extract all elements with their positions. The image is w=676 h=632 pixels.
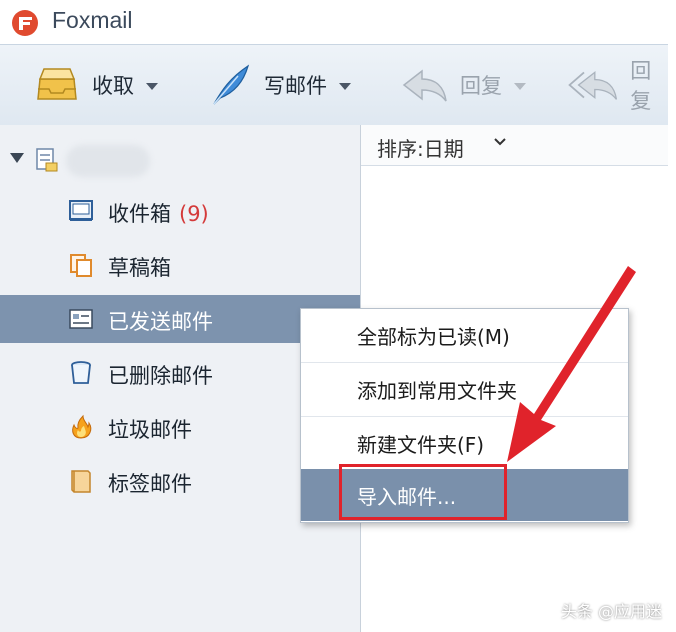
receive-button[interactable]: 收取 [34,63,158,107]
inbox-icon [69,200,93,221]
receive-dropdown-icon[interactable] [146,82,158,90]
menu-item-label: 新建文件夹(F) [357,433,485,457]
unread-count-badge: (9) [179,202,209,226]
reply-all-arrow-icon [568,71,618,100]
expand-triangle-icon[interactable] [10,153,24,163]
reply-label: 回复 [460,74,502,98]
reply-dropdown-icon[interactable] [514,82,526,90]
chevron-down-icon[interactable] [493,137,507,147]
sent-icon [69,309,93,329]
reply-all-label: 回复 [630,59,652,113]
folder-label-inbox: 收件箱 [108,202,171,226]
watermark-text: 头条 @应用迷 [560,602,662,621]
receive-label: 收取 [92,74,134,98]
reply-button[interactable]: 回复 [400,63,526,107]
reply-arrow-icon [402,69,447,102]
folder-label-deleted: 已删除邮件 [108,364,213,388]
folder-label-drafts: 草稿箱 [108,256,171,280]
foxmail-logo-icon [12,10,38,36]
folder-drafts[interactable]: 草稿箱 [0,241,360,289]
account-name-blurred [66,145,150,177]
compose-dropdown-icon[interactable] [339,82,351,90]
sort-label: 排序:日期 [377,137,464,161]
account-icon [36,148,58,172]
tag-book-icon [71,470,91,493]
menu-item-add-to-favorites[interactable]: 添加到常用文件夹 [301,363,628,415]
toolbar: 收取 写邮件 回复 回复 [0,44,668,126]
menu-item-label: 添加到常用文件夹 [357,379,517,403]
app-title: Foxmail [52,7,133,33]
reply-all-button[interactable]: 回复 [566,59,668,113]
title-bar: Foxmail [0,0,668,44]
folder-label-junk: 垃圾邮件 [108,418,192,442]
feather-icon [213,64,250,105]
annotation-highlight-box [339,464,507,520]
menu-item-mark-all-read[interactable]: 全部标为已读(M) [301,309,628,361]
trash-icon [71,361,91,384]
folder-inbox[interactable]: 收件箱 (9) [0,187,360,235]
compose-button[interactable]: 写邮件 [208,63,351,107]
flame-icon [72,414,92,439]
menu-item-new-folder[interactable]: 新建文件夹(F) [301,417,628,469]
folder-label-tags: 标签邮件 [108,472,192,496]
inbox-tray-icon [37,68,77,100]
menu-item-label: 全部标为已读(M) [357,325,510,349]
compose-label: 写邮件 [264,74,327,98]
folder-label-sent: 已发送邮件 [108,310,213,334]
account-row[interactable] [0,141,360,181]
sort-bar[interactable]: 排序:日期 [361,125,668,166]
drafts-icon [70,254,92,277]
